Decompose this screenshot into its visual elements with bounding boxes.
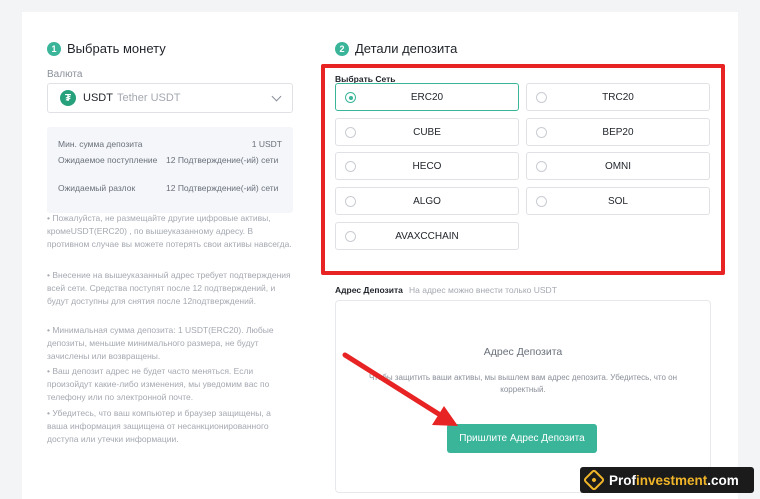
watermark-part: Prof <box>609 472 636 488</box>
note-item: • Внесение на вышеуказанный адрес требуе… <box>47 270 291 307</box>
info-key: Ожидаемый разлок <box>58 183 136 193</box>
radio-icon <box>345 127 356 138</box>
radio-icon <box>536 161 547 172</box>
radio-icon <box>345 92 356 103</box>
currency-label: Валюта <box>47 69 83 80</box>
network-option-algo[interactable]: ALGO <box>335 187 519 215</box>
network-label-text: CUBE <box>413 126 441 138</box>
address-heading: Адрес Депозита <box>483 346 563 358</box>
address-description: Чтобы защитить ваши активы, мы вышлем ва… <box>368 373 678 394</box>
watermark-logo: Prof investment .com <box>580 467 754 493</box>
network-option-bep20[interactable]: BEP20 <box>526 118 710 146</box>
info-row-unlock: Ожидаемый разлок 12 Подтверждение(-ий) с… <box>58 183 282 193</box>
network-label-text: ERC20 <box>410 91 444 103</box>
info-value: 12 Подтверждение(-ий) сети <box>166 155 279 165</box>
network-option-sol[interactable]: SOL <box>526 187 710 215</box>
radio-icon <box>536 127 547 138</box>
send-deposit-address-button[interactable]: Пришлите Адрес Депозита <box>447 424 597 453</box>
network-label-text: HECO <box>412 160 442 172</box>
info-key: Мин. сумма депозита <box>58 139 143 149</box>
step-number-1: 1 <box>47 41 61 56</box>
step-title-details: Детали депозита <box>355 41 458 56</box>
address-hint: На адрес можно внести только USDT <box>409 285 557 295</box>
network-option-avaxcchain[interactable]: AVAXCCHAIN <box>335 222 519 250</box>
note-item: • Ваш депозит адрес не будет часто менят… <box>47 366 270 403</box>
network-option-heco[interactable]: HECO <box>335 152 519 180</box>
network-label-text: BEP20 <box>602 126 634 138</box>
radio-icon <box>345 196 356 207</box>
network-option-erc20[interactable]: ERC20 <box>335 83 519 111</box>
deposit-card: 1 Выбрать монету Валюта ₮ USDT Tether US… <box>22 12 738 499</box>
watermark-part: investment <box>636 472 708 488</box>
diamond-logo-icon <box>582 468 606 492</box>
radio-icon <box>536 92 547 103</box>
network-label-text: SOL <box>607 195 628 207</box>
note-item: • Убедитесь, что ваш компьютер и браузер… <box>47 408 271 445</box>
coin-select[interactable]: ₮ USDT Tether USDT <box>47 83 293 113</box>
chevron-down-icon <box>271 91 282 102</box>
info-row-min: Мин. сумма депозита 1 USDT <box>58 139 282 149</box>
tether-icon: ₮ <box>60 90 76 106</box>
address-label: Адрес Депозита <box>335 285 403 295</box>
info-key: Ожидаемое поступление <box>58 155 158 165</box>
note-item: • Минимальная сумма депозита: 1 USDT(ERC… <box>47 325 274 362</box>
note-item: • Пожалуйста, не размещайте другие цифро… <box>47 213 292 250</box>
step-number-2: 2 <box>335 41 349 56</box>
deposit-address-box: Адрес Депозита Чтобы защитить ваши актив… <box>335 300 711 493</box>
step-title-coin: Выбрать монету <box>67 41 166 56</box>
step-select-coin: 1 Выбрать монету <box>47 41 166 56</box>
network-label-text: OMNI <box>604 160 632 172</box>
info-row-confirm: Ожидаемое поступление 12 Подтверждение(-… <box>58 155 282 165</box>
network-option-trc20[interactable]: TRC20 <box>526 83 710 111</box>
network-label-text: TRC20 <box>602 91 634 103</box>
info-value: 1 USDT <box>251 139 282 149</box>
radio-icon <box>536 196 547 207</box>
coin-name: Tether USDT <box>116 92 181 104</box>
deposit-info-box: Мин. сумма депозита 1 USDT Ожидаемое пос… <box>47 127 293 213</box>
network-label-text: ALGO <box>413 195 441 207</box>
network-option-cube[interactable]: CUBE <box>335 118 519 146</box>
watermark-part: .com <box>707 472 739 488</box>
network-label-text: AVAXCCHAIN <box>395 230 459 242</box>
step-deposit-details: 2 Детали депозита <box>335 41 457 56</box>
network-option-omni[interactable]: OMNI <box>526 152 710 180</box>
radio-icon <box>345 161 356 172</box>
coin-code: USDT <box>83 92 113 104</box>
radio-icon <box>345 231 356 242</box>
info-value: 12 Подтверждение(-ий) сети <box>166 183 279 193</box>
